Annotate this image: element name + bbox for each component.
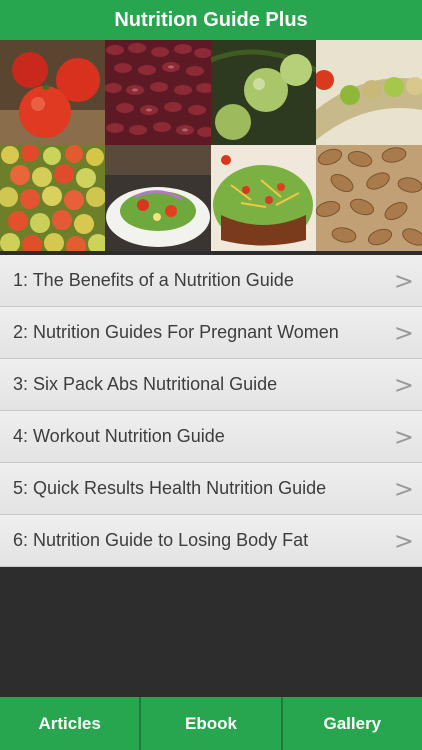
chevron-right-icon: > xyxy=(393,526,414,555)
tab-articles[interactable]: Articles xyxy=(0,697,142,750)
article-title: 6: Nutrition Guide to Losing Body Fat xyxy=(13,530,309,550)
article-item-1[interactable]: 1: The Benefits of a Nutrition Guide > xyxy=(0,255,422,307)
chevron-right-icon: > xyxy=(393,474,414,503)
article-title: 1: The Benefits of a Nutrition Guide xyxy=(13,270,294,290)
taco-salad-photo[interactable] xyxy=(211,145,316,251)
tab-ebook[interactable]: Ebook xyxy=(141,697,283,750)
chevron-right-icon: > xyxy=(393,266,414,295)
salad-plate-photo[interactable] xyxy=(105,145,211,251)
bottom-tab-bar: Articles Ebook Gallery xyxy=(0,697,422,750)
tomatoes-photo[interactable] xyxy=(0,40,105,145)
apples-photo[interactable] xyxy=(0,145,105,251)
article-title: 3: Six Pack Abs Nutritional Guide xyxy=(13,374,278,394)
photo-gallery-grid xyxy=(0,40,422,251)
app-header: Nutrition Guide Plus xyxy=(0,0,422,41)
chevron-right-icon: > xyxy=(393,370,414,399)
article-list: 1: The Benefits of a Nutrition Guide > 2… xyxy=(0,255,422,567)
chevron-right-icon: > xyxy=(393,422,414,451)
article-title: 4: Workout Nutrition Guide xyxy=(13,426,225,446)
article-item-5[interactable]: 5: Quick Results Health Nutrition Guide … xyxy=(0,463,422,515)
green-tomatoes-photo[interactable] xyxy=(211,40,316,145)
kidney-beans-photo[interactable] xyxy=(105,40,211,145)
article-item-4[interactable]: 4: Workout Nutrition Guide > xyxy=(0,411,422,463)
app-title: Nutrition Guide Plus xyxy=(114,8,308,31)
article-title: 5: Quick Results Health Nutrition Guide xyxy=(13,478,327,498)
article-item-3[interactable]: 3: Six Pack Abs Nutritional Guide > xyxy=(0,359,422,411)
article-item-6[interactable]: 6: Nutrition Guide to Losing Body Fat > xyxy=(0,515,422,567)
article-title: 2: Nutrition Guides For Pregnant Women xyxy=(13,322,339,342)
tab-gallery[interactable]: Gallery xyxy=(282,697,422,750)
pea-pod-photo[interactable] xyxy=(316,40,422,145)
almonds-photo[interactable] xyxy=(316,145,422,251)
chevron-right-icon: > xyxy=(393,318,414,347)
article-item-2[interactable]: 2: Nutrition Guides For Pregnant Women > xyxy=(0,307,422,359)
